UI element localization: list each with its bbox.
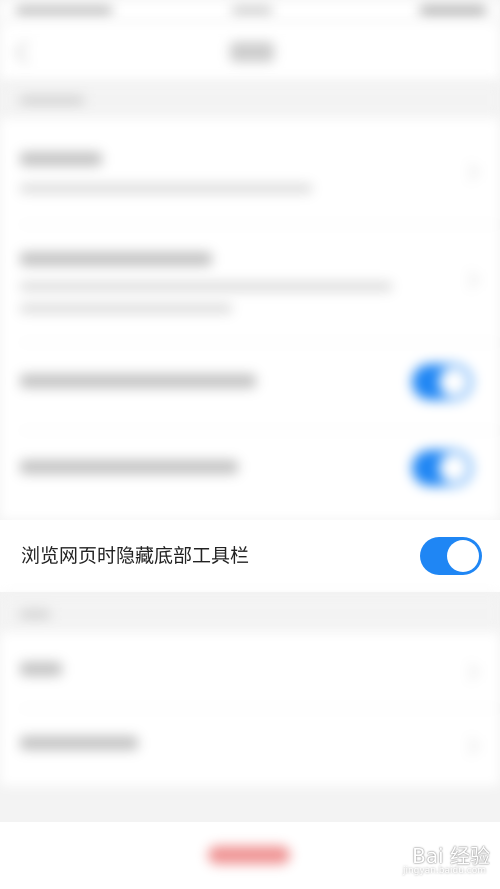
settings-card <box>0 118 500 520</box>
logout-button[interactable] <box>208 846 290 864</box>
divider <box>20 430 500 431</box>
chevron-right-icon <box>461 663 479 681</box>
hide-toolbar-toggle[interactable] <box>420 537 482 575</box>
section-title <box>20 610 50 619</box>
status-icons <box>420 5 486 17</box>
watermark-brand: Bai 经验 <box>412 844 490 868</box>
setting-title <box>20 252 212 266</box>
section-header <box>0 596 500 632</box>
toggle-knob <box>439 453 469 483</box>
setting-title <box>20 736 138 750</box>
setting-title <box>20 460 238 474</box>
toggle-knob <box>447 540 479 572</box>
back-arrow-icon[interactable] <box>14 40 39 65</box>
status-bar <box>0 0 500 22</box>
status-time <box>232 6 272 16</box>
setting-description <box>20 304 232 313</box>
setting-description <box>20 184 312 193</box>
divider <box>20 708 500 709</box>
setting-label: 浏览网页时隐藏底部工具栏 <box>21 545 250 567</box>
setting-title <box>20 374 256 388</box>
chevron-right-icon <box>461 737 479 755</box>
toggle-knob <box>439 367 469 397</box>
watermark-url: jingyan.baidu.com <box>402 866 486 876</box>
toggle-switch[interactable] <box>412 450 472 486</box>
toggle-switch[interactable] <box>412 364 472 400</box>
settings-card <box>0 632 500 786</box>
setting-row-hide-toolbar[interactable]: 浏览网页时隐藏底部工具栏 <box>0 520 500 592</box>
chevron-right-icon <box>461 163 479 181</box>
footer: Bai 经验 jingyan.baidu.com <box>0 822 500 889</box>
setting-title <box>20 662 62 676</box>
chevron-right-icon <box>461 271 479 289</box>
page-title <box>230 42 274 62</box>
divider <box>20 342 500 343</box>
section-header <box>0 82 500 118</box>
setting-title <box>20 152 102 166</box>
divider <box>20 224 500 225</box>
nav-header <box>0 22 500 82</box>
section-title <box>20 96 84 105</box>
status-carrier <box>16 6 112 16</box>
setting-description <box>20 282 392 291</box>
